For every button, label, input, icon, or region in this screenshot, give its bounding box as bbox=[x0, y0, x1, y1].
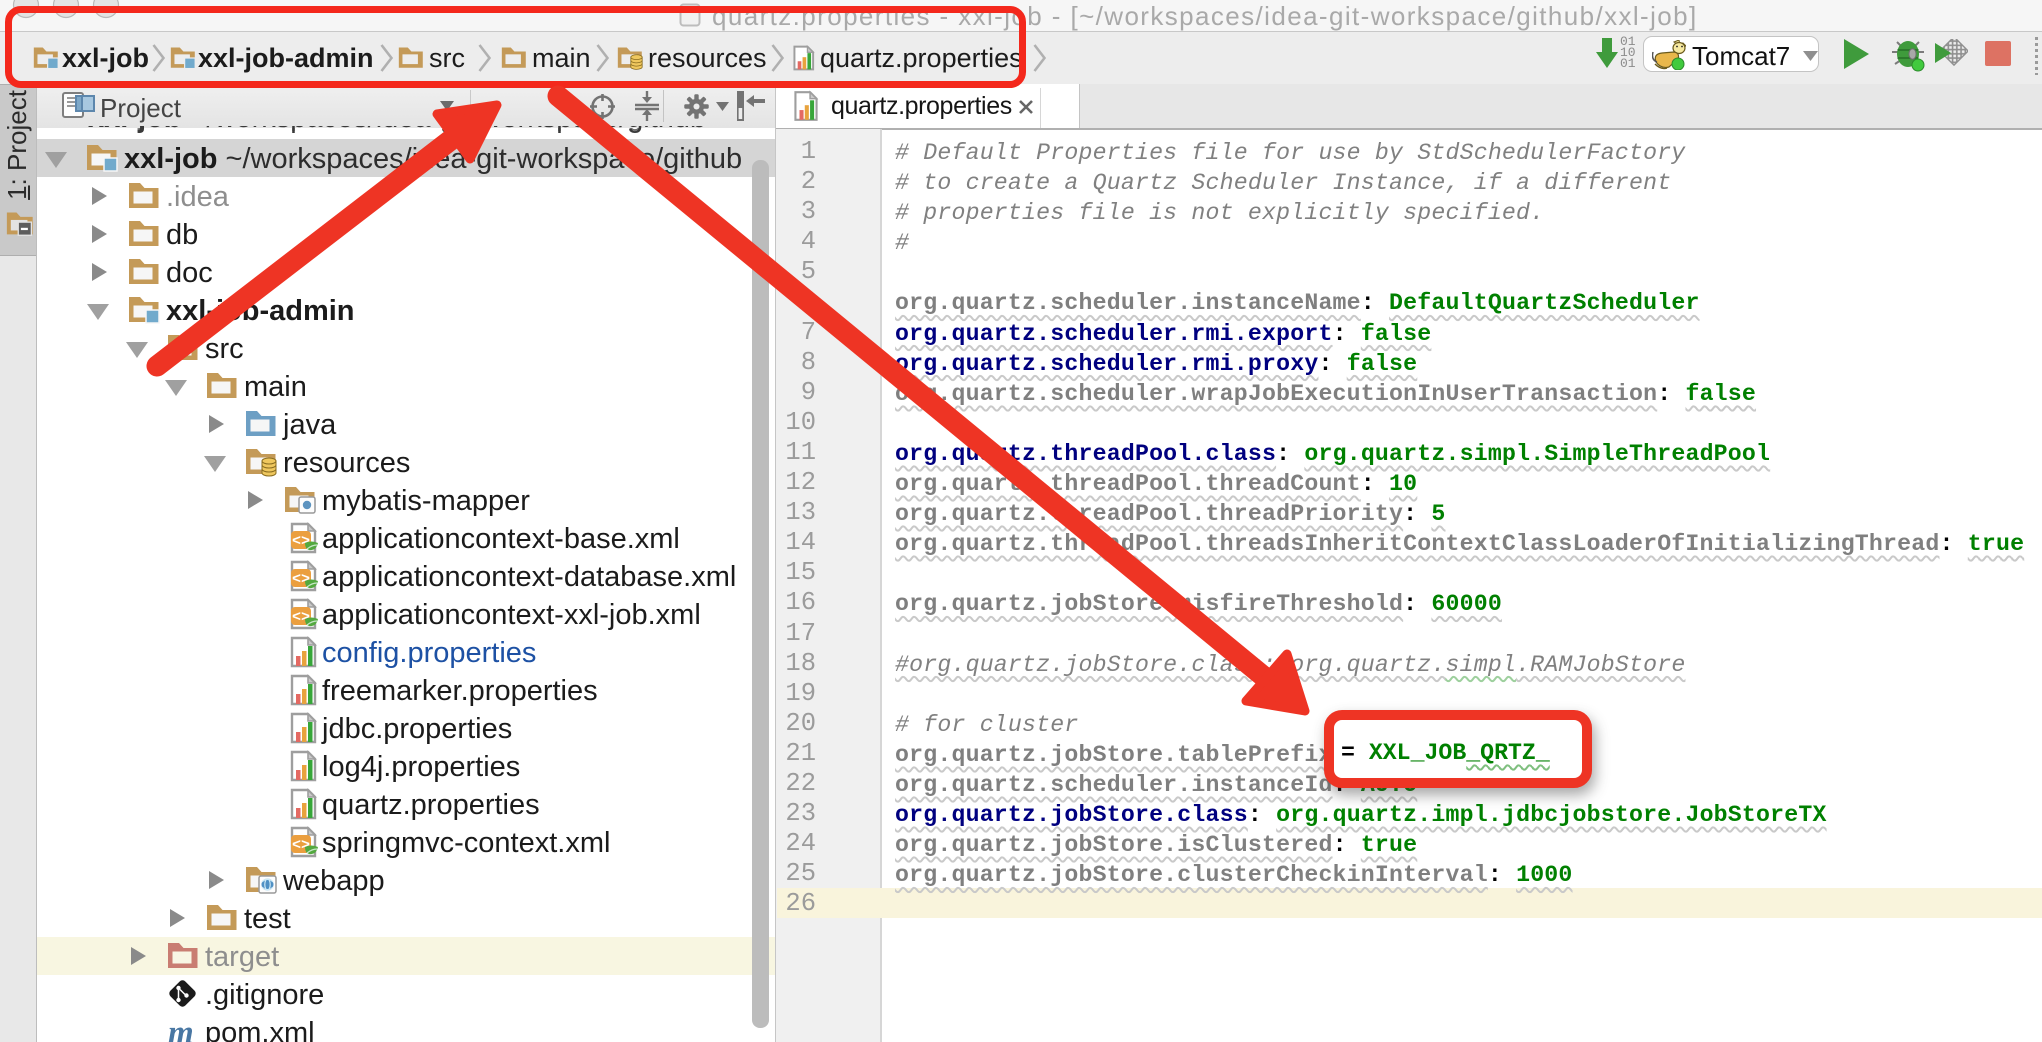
svg-text:m: m bbox=[168, 1016, 194, 1042]
